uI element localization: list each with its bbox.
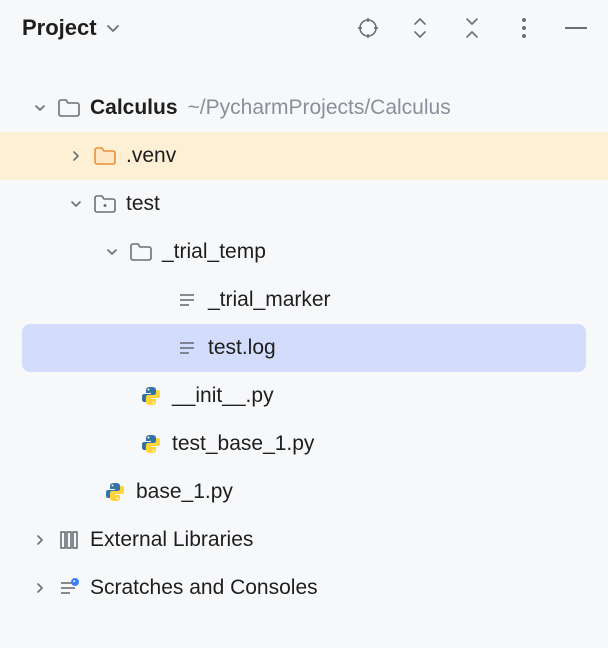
tree-item-label: test_base_1.py xyxy=(172,432,314,456)
tree-item-trial-temp[interactable]: _trial_temp xyxy=(0,228,608,276)
text-file-icon xyxy=(174,287,200,313)
tree-item-test-base-1[interactable]: test_base_1.py xyxy=(0,420,608,468)
project-panel-header: Project xyxy=(0,0,608,56)
tree-item-label: test.log xyxy=(208,336,276,360)
expand-collapse-icon[interactable] xyxy=(408,16,432,40)
tree-item-label: base_1.py xyxy=(136,480,233,504)
chevron-right-icon[interactable] xyxy=(30,533,50,547)
library-icon xyxy=(56,527,82,553)
minimize-icon[interactable] xyxy=(564,16,588,40)
folder-icon xyxy=(128,239,154,265)
panel-toolbar xyxy=(356,16,588,40)
tree-item-label: _trial_marker xyxy=(208,288,331,312)
tree-item-label: External Libraries xyxy=(90,528,253,552)
text-file-icon xyxy=(174,335,200,361)
tree-item-label: Scratches and Consoles xyxy=(90,576,318,600)
tree-item-base-1[interactable]: base_1.py xyxy=(0,468,608,516)
tree-item-test-log[interactable]: test.log xyxy=(22,324,586,372)
project-tree: Calculus ~/PycharmProjects/Calculus .ven… xyxy=(0,56,608,612)
panel-title: Project xyxy=(22,15,97,41)
tree-item-label: _trial_temp xyxy=(162,240,266,264)
folder-venv-icon xyxy=(92,143,118,169)
tree-item-label: __init__.py xyxy=(172,384,274,408)
more-options-icon[interactable] xyxy=(512,16,536,40)
chevron-down-icon[interactable] xyxy=(102,245,122,259)
tree-item-scratches[interactable]: Scratches and Consoles xyxy=(0,564,608,612)
tree-root-label: Calculus xyxy=(90,96,178,120)
dropdown-icon[interactable] xyxy=(105,20,121,36)
tree-item-test[interactable]: test xyxy=(0,180,608,228)
folder-icon xyxy=(56,95,82,121)
python-file-icon xyxy=(138,383,164,409)
chevron-right-icon[interactable] xyxy=(30,581,50,595)
chevron-down-icon[interactable] xyxy=(66,197,86,211)
tree-item-external-libraries[interactable]: External Libraries xyxy=(0,516,608,564)
locate-icon[interactable] xyxy=(356,16,380,40)
tree-item-venv[interactable]: .venv xyxy=(0,132,608,180)
python-file-icon xyxy=(102,479,128,505)
collapse-all-icon[interactable] xyxy=(460,16,484,40)
tree-item-trial-marker[interactable]: _trial_marker xyxy=(0,276,608,324)
folder-dot-icon xyxy=(92,191,118,217)
scratches-icon xyxy=(56,575,82,601)
tree-root-calculus[interactable]: Calculus ~/PycharmProjects/Calculus xyxy=(0,84,608,132)
chevron-down-icon[interactable] xyxy=(30,101,50,115)
tree-item-label: test xyxy=(126,192,160,216)
tree-item-label: .venv xyxy=(126,144,176,168)
python-file-icon xyxy=(138,431,164,457)
chevron-right-icon[interactable] xyxy=(66,149,86,163)
tree-item-init-py[interactable]: __init__.py xyxy=(0,372,608,420)
tree-root-path: ~/PycharmProjects/Calculus xyxy=(188,96,451,120)
